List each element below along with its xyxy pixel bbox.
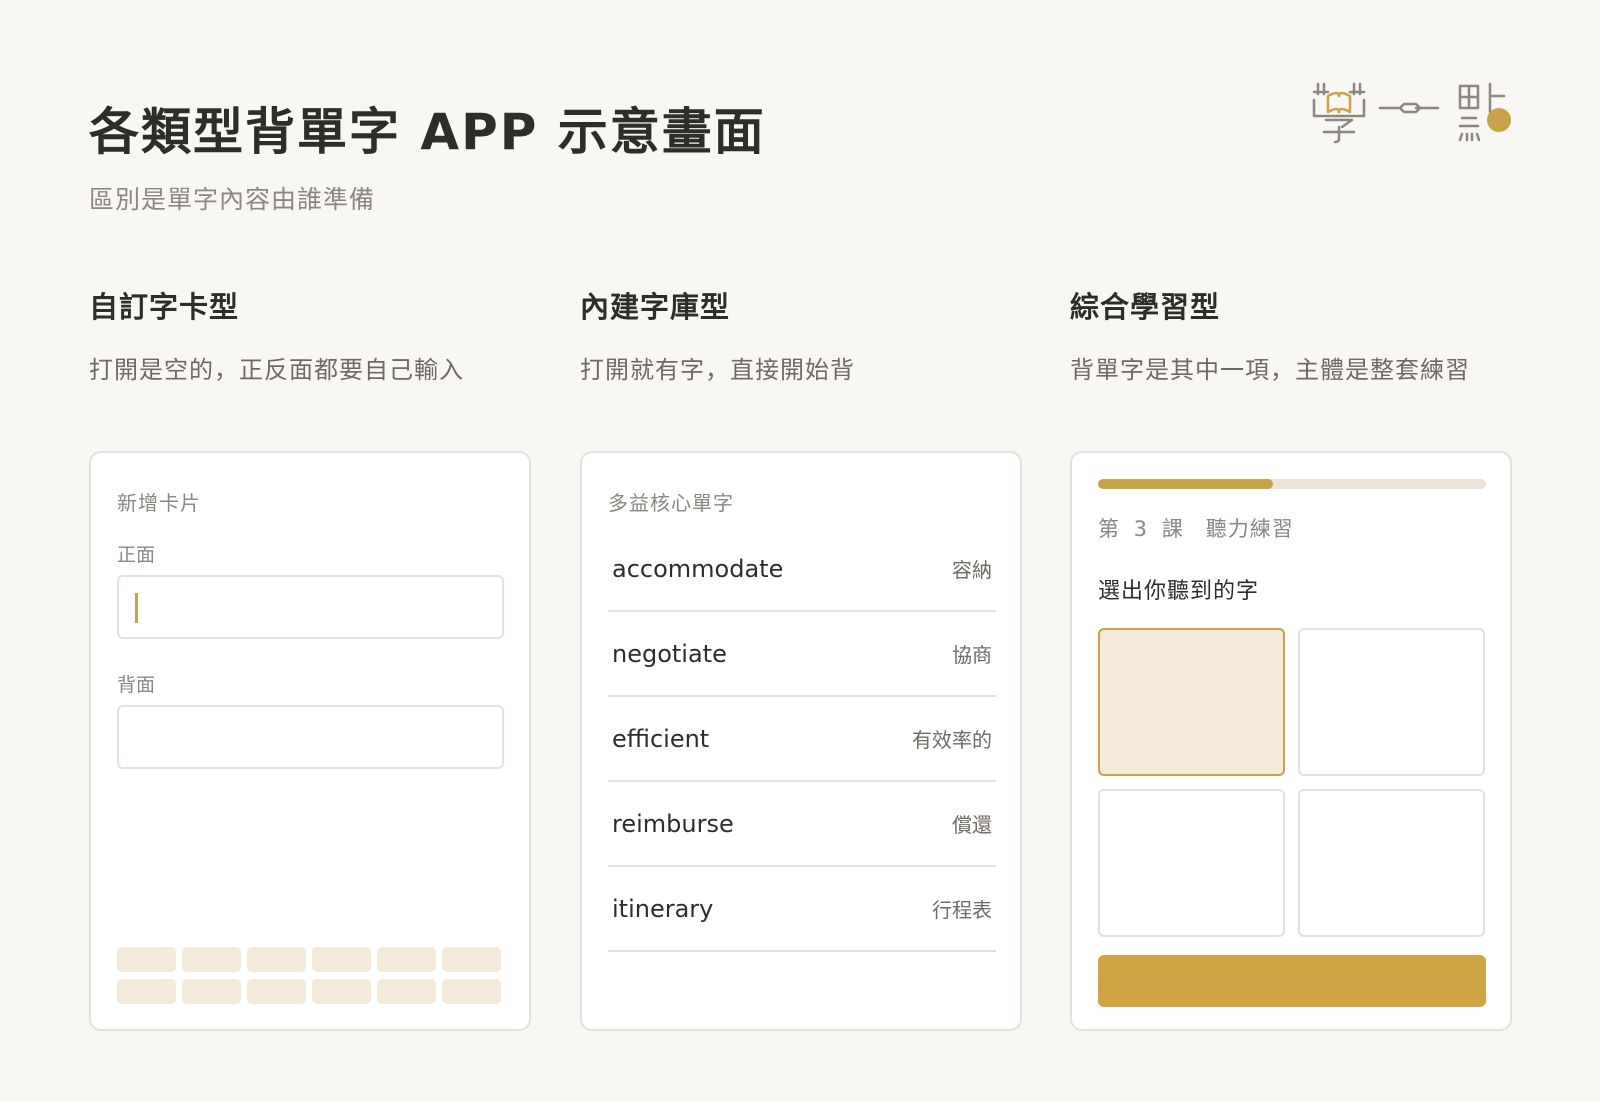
word-chinese: 協商 <box>952 643 992 667</box>
answer-option[interactable] <box>1098 789 1285 937</box>
word-chinese: 償還 <box>952 813 992 837</box>
word-english: reimburse <box>612 809 734 838</box>
column-head-builtin: 內建字庫型 打開就有字，直接開始背 <box>580 284 855 385</box>
keyboard-row <box>117 947 506 972</box>
page: 各類型背單字 APP 示意畫面 區別是單字內容由誰準備 自訂字卡型 打開是空的，… <box>0 0 1600 1102</box>
word-english: itinerary <box>612 894 714 923</box>
keyboard-key[interactable] <box>247 979 306 1004</box>
answer-options <box>1098 628 1486 937</box>
column-heading: 內建字庫型 <box>580 290 731 324</box>
column-head-integrated: 綜合學習型 背單字是其中一項，主體是整套練習 <box>1070 284 1470 385</box>
back-label: 背面 <box>117 674 156 696</box>
answer-option[interactable] <box>1298 789 1485 937</box>
word-chinese: 容納 <box>952 558 992 582</box>
word-row[interactable]: accommodate 容納 <box>608 527 996 612</box>
front-input[interactable] <box>117 575 504 639</box>
keyboard-key[interactable] <box>312 947 371 972</box>
submit-button[interactable] <box>1098 955 1486 1007</box>
answer-option[interactable] <box>1298 628 1485 776</box>
word-english: efficient <box>612 724 710 753</box>
builtin-card-mockup: 多益核心單字 accommodate 容納 negotiate 協商 effic… <box>580 451 1022 1031</box>
keyboard-key[interactable] <box>117 947 176 972</box>
text-caret <box>135 593 138 623</box>
keyboard-key[interactable] <box>442 979 501 1004</box>
keyboard-key[interactable] <box>182 947 241 972</box>
lesson-label: 第 3 課 聽力練習 <box>1098 517 1294 541</box>
answer-option[interactable] <box>1098 628 1285 776</box>
deck-title: 多益核心單字 <box>608 491 734 515</box>
column-heading: 自訂字卡型 <box>89 290 240 324</box>
progress-bar <box>1098 479 1486 489</box>
keyboard-key[interactable] <box>117 979 176 1004</box>
progress-bar-fill <box>1098 479 1273 489</box>
column-heading: 綜合學習型 <box>1070 290 1221 324</box>
word-row[interactable]: reimburse 償還 <box>608 782 996 867</box>
keyboard-key[interactable] <box>442 947 501 972</box>
back-input[interactable] <box>117 705 504 769</box>
keyboard-key[interactable] <box>377 979 436 1004</box>
book-pen-logo-icon <box>1312 82 1511 144</box>
word-english: negotiate <box>612 639 727 668</box>
keyboard-row <box>117 979 506 1004</box>
column-description: 打開就有字，直接開始背 <box>580 356 855 384</box>
page-subtitle: 區別是單字內容由誰準備 <box>89 185 376 214</box>
keyboard-key[interactable] <box>312 979 371 1004</box>
keyboard-key[interactable] <box>377 947 436 972</box>
word-row[interactable]: itinerary 行程表 <box>608 867 996 952</box>
column-description: 背單字是其中一項，主體是整套練習 <box>1070 356 1470 384</box>
question-prompt: 選出你聽到的字 <box>1098 579 1260 604</box>
word-english: accommodate <box>612 554 784 583</box>
page-title: 各類型背單字 APP 示意畫面 <box>89 103 766 161</box>
custom-card-mockup: 新增卡片 正面 背面 <box>89 451 531 1031</box>
keyboard <box>117 947 506 1011</box>
front-label: 正面 <box>117 544 156 566</box>
word-row[interactable]: negotiate 協商 <box>608 612 996 697</box>
word-chinese: 有效率的 <box>912 728 992 752</box>
word-chinese: 行程表 <box>932 898 992 922</box>
card-title: 新增卡片 <box>117 491 201 515</box>
column-description: 打開是空的，正反面都要自己輸入 <box>89 356 464 384</box>
word-list: accommodate 容納 negotiate 協商 efficient 有效… <box>608 527 996 952</box>
keyboard-key[interactable] <box>247 947 306 972</box>
keyboard-key[interactable] <box>182 979 241 1004</box>
column-head-custom: 自訂字卡型 打開是空的，正反面都要自己輸入 <box>89 284 464 385</box>
word-row[interactable]: efficient 有效率的 <box>608 697 996 782</box>
integrated-card-mockup: 第 3 課 聽力練習 選出你聽到的字 <box>1070 451 1512 1031</box>
